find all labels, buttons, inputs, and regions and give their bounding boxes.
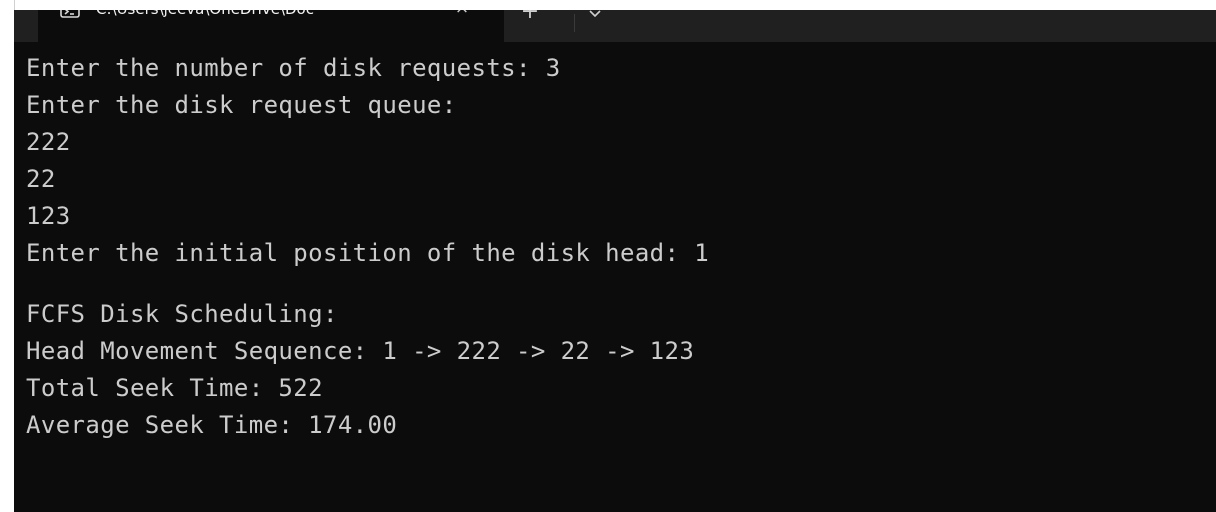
chevron-down-icon	[586, 10, 604, 26]
console-line: Total Seek Time: 522	[26, 374, 323, 402]
console-line: Average Seek Time: 174.00	[26, 411, 398, 439]
console-line: Enter the disk request queue:	[26, 91, 457, 119]
console-output: Enter the number of disk requests: 3 Ente…	[26, 50, 709, 444]
close-tab-button[interactable]: ×	[452, 10, 472, 18]
console-line: Enter the number of disk requests: 3	[26, 54, 561, 82]
tab-dropdown-button[interactable]	[586, 10, 604, 22]
tab-divider	[574, 14, 575, 32]
console-line: FCFS Disk Scheduling:	[26, 300, 338, 328]
console-line: 22	[26, 165, 56, 193]
tab-title: C:\Users\jeeva\OneDrive\Doc	[96, 10, 426, 18]
new-tab-button[interactable]: +	[518, 10, 542, 24]
terminal-app-icon	[60, 10, 80, 18]
console-line: Enter the initial position of the disk h…	[26, 239, 710, 267]
console-line: Head Movement Sequence: 1 -> 222 -> 22 -…	[26, 337, 695, 365]
tab-terminal[interactable]: C:\Users\jeeva\OneDrive\Doc ×	[38, 10, 504, 42]
tab-bar: C:\Users\jeeva\OneDrive\Doc × +	[14, 10, 1216, 42]
window-left-frame	[0, 0, 15, 512]
console-line: 222	[26, 128, 71, 156]
console-line: 123	[26, 202, 71, 230]
